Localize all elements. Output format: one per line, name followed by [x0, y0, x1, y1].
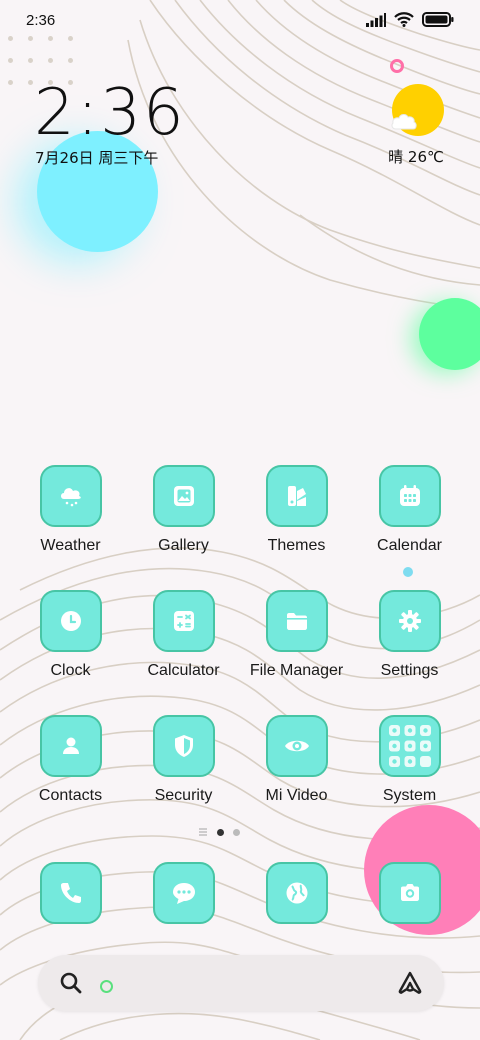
message-icon [152, 862, 215, 924]
notification-dot [403, 567, 413, 577]
cloud-rain-icon [39, 465, 102, 527]
app-calculator[interactable]: Calculator [127, 590, 240, 680]
app-clock[interactable]: Clock [14, 590, 127, 680]
phone-icon [39, 862, 102, 924]
app-system-folder[interactable]: System [353, 715, 466, 805]
status-bar: 2:36 [0, 0, 480, 42]
wifi-icon [394, 12, 414, 27]
app-label: Themes [267, 537, 326, 554]
folder-grid-icon [378, 715, 441, 777]
status-icons [366, 12, 454, 27]
calculator-icon [152, 590, 215, 652]
dock-phone[interactable] [14, 862, 127, 924]
app-label: Contacts [38, 787, 103, 804]
battery-icon [422, 12, 454, 27]
app-calendar[interactable]: Calendar [353, 465, 466, 555]
clock-widget-time[interactable]: 2:36 [34, 76, 186, 150]
app-label: System [382, 787, 437, 804]
pink-ring-decoration [390, 59, 404, 73]
camera-icon [378, 862, 441, 924]
signal-icon [366, 12, 386, 27]
clock-icon [39, 590, 102, 652]
eye-icon [265, 715, 328, 777]
status-time: 2:36 [26, 12, 56, 29]
app-label: Calculator [147, 662, 220, 679]
app-label: Mi Video [265, 787, 328, 804]
dock-messages[interactable] [127, 862, 240, 924]
page-dot-active[interactable] [217, 828, 224, 836]
globe-icon [265, 862, 328, 924]
app-label: Security [154, 787, 213, 804]
cloud-icon [391, 114, 417, 130]
app-settings[interactable]: Settings [353, 590, 466, 680]
app-file-manager[interactable]: File Manager [240, 590, 353, 680]
page-dot[interactable] [233, 828, 240, 836]
page-indicator[interactable] [198, 828, 240, 836]
search-bar[interactable] [38, 955, 444, 1011]
palette-icon [265, 465, 328, 527]
app-label: Settings [380, 662, 439, 679]
image-icon [152, 465, 215, 527]
app-themes[interactable]: Themes [240, 465, 353, 555]
search-icon[interactable] [58, 970, 84, 996]
app-mi-video[interactable]: Mi Video [240, 715, 353, 805]
app-gallery[interactable]: Gallery [127, 465, 240, 555]
clock-widget-date: 7月26日 周三下午 [35, 149, 159, 167]
app-label: Gallery [158, 537, 209, 554]
shield-icon [152, 715, 215, 777]
gear-icon [378, 590, 441, 652]
folder-icon [265, 590, 328, 652]
app-label: Clock [50, 662, 91, 679]
app-label: File Manager [249, 662, 344, 679]
menu-lines-icon [199, 828, 207, 836]
app-label: Calendar [377, 537, 442, 554]
assistant-icon[interactable] [396, 969, 424, 997]
app-label: Weather [40, 537, 101, 554]
dock-browser[interactable] [240, 862, 353, 924]
weather-text: 晴 26℃ [388, 148, 444, 166]
weather-widget[interactable]: 晴 26℃ [378, 82, 454, 172]
app-contacts[interactable]: Contacts [14, 715, 127, 805]
voice-indicator-icon [100, 980, 113, 993]
dock-camera[interactable] [353, 862, 466, 924]
person-icon [39, 715, 102, 777]
app-weather[interactable]: Weather [14, 465, 127, 555]
app-security[interactable]: Security [127, 715, 240, 805]
calendar-icon [378, 465, 441, 527]
green-blob-decoration [419, 298, 480, 370]
